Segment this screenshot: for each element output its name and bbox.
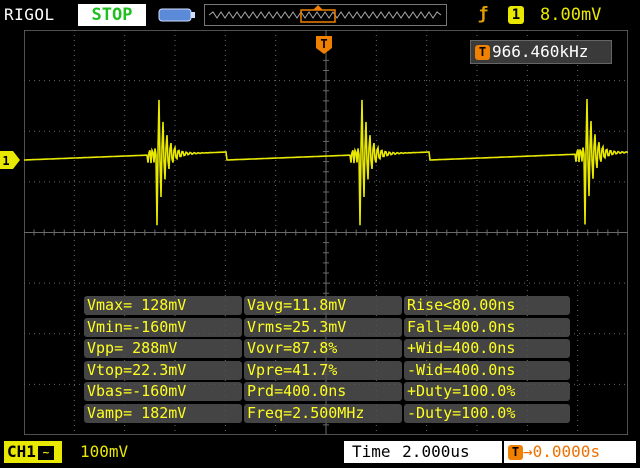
measurement-cell: Vpre=41.7% — [244, 360, 402, 380]
trigger-delay-display[interactable]: T →0.0000s — [504, 441, 636, 463]
memory-overview[interactable] — [204, 4, 447, 26]
measurement-cell: Fall=400.0ns — [404, 317, 570, 337]
measurement-cell: -Wid=400.0ns — [404, 360, 570, 380]
frequency-value: 966.460kHz — [492, 42, 589, 61]
frequency-counter[interactable]: T 966.460kHz — [470, 40, 612, 64]
channel-marker-label: 1 — [2, 154, 9, 168]
measurement-table: Vmax= 128mV Vavg=11.8mV Rise<80.00ns Vmin=-… — [84, 296, 572, 426]
measurement-cell: Vovr=87.8% — [244, 339, 402, 358]
measurement-cell: Prd=400.0ns — [244, 382, 402, 401]
timebase-display[interactable]: Time 2.000us — [344, 441, 502, 463]
measurement-cell: Freq=2.500MHz — [244, 403, 402, 423]
rising-edge-icon: ƒ — [478, 4, 489, 24]
brand-label: RIGOL — [4, 5, 55, 24]
measurement-cell: Vmax= 128mV — [84, 296, 242, 315]
measurement-cell: Vmin=-160mV — [84, 317, 242, 337]
time-per-div: 2.000us — [402, 442, 470, 461]
channel-1-label: CH1 — [7, 442, 36, 461]
measurement-cell: +Wid=400.0ns — [404, 339, 570, 358]
measurement-cell: Vamp= 182mV — [84, 403, 242, 423]
trigger-delay-value: 0.0000s — [532, 442, 601, 461]
measurement-cell: Vtop=22.3mV — [84, 360, 242, 380]
measurement-cell: Vbas=-160mV — [84, 382, 242, 401]
measurement-cell: Vavg=11.8mV — [244, 296, 402, 315]
measurement-cell: +Duty=100.0% — [404, 382, 570, 401]
top-status-bar: RIGOL STOP ƒ 1 8.00mV — [0, 0, 640, 30]
channel-1-scale[interactable]: 100mV — [80, 441, 128, 463]
measurement-cell: Vpp= 288mV — [84, 339, 242, 358]
measurement-cell: Rise<80.00ns — [404, 296, 570, 315]
memory-depth-icon — [158, 8, 195, 22]
run-status-badge[interactable]: STOP — [78, 4, 146, 26]
channel-1-offset-marker[interactable]: 1 — [0, 151, 20, 169]
memory-waveform-preview — [208, 5, 442, 23]
trigger-level-value: 8.00mV — [540, 5, 602, 25]
delay-arrow-icon: → — [523, 442, 533, 461]
trigger-icon: T — [475, 45, 490, 60]
trigger-source-badge: 1 — [508, 6, 524, 24]
trigger-position-label: T — [320, 37, 327, 51]
measurement-cell: -Duty=100.0% — [404, 403, 570, 423]
trigger-icon: T — [508, 445, 523, 460]
ac-coupling-icon: ~ — [37, 445, 54, 460]
channel-1-button[interactable]: CH1 ~ — [4, 441, 62, 463]
time-label: Time — [352, 442, 391, 461]
measurement-cell: Vrms=25.3mV — [244, 317, 402, 337]
